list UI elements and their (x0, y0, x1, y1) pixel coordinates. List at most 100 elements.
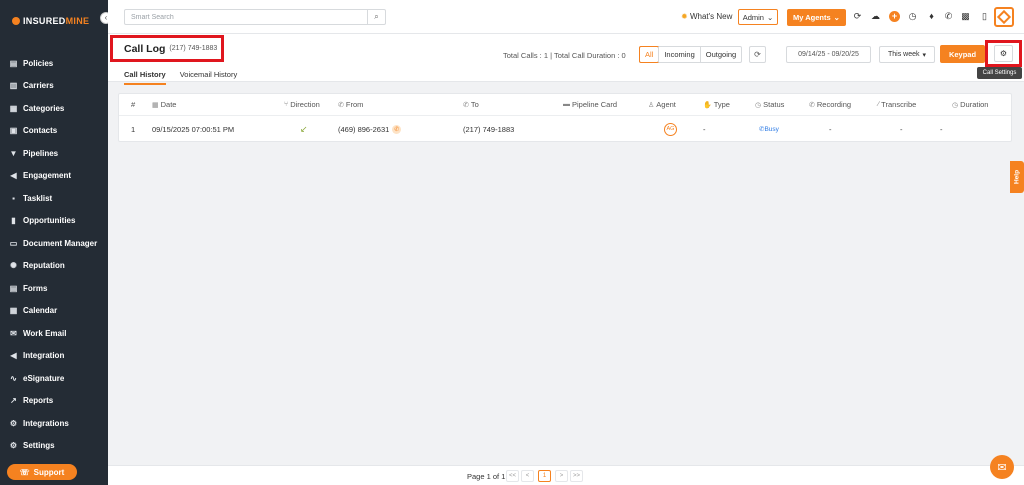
agent-avatar[interactable]: AG (664, 122, 677, 136)
call-settings-button[interactable]: ⚙ (985, 40, 1022, 67)
sidebar-item-pipelines[interactable]: ▼ Pipelines (0, 142, 108, 165)
plus-icon[interactable]: + (889, 11, 900, 22)
transcribe-icon: ∕ (878, 101, 880, 108)
sidebar-item-integration[interactable]: ◀ Integration (0, 345, 108, 368)
incoming-arrow-icon: ↙ (300, 123, 308, 134)
col-transcribe[interactable]: ∕ Transcribe (878, 94, 916, 115)
top-bar: ⌕ ✹ What's New Admin ⌄ My Agents ⌄ ⟳ ☁ +… (108, 0, 1024, 34)
sidebar-item-tasklist[interactable]: ▪ Tasklist (0, 187, 108, 210)
sidebar-item-work-email[interactable]: ✉ Work Email (0, 322, 108, 345)
call-back-icon[interactable]: ✆ (392, 124, 402, 134)
sidebar-item-contacts[interactable]: ▣ Contacts (0, 120, 108, 143)
bar-chart-icon: ▮ (11, 216, 16, 226)
tab-call-history[interactable]: Call History (124, 70, 166, 85)
call-stats: Total Calls : 1 | Total Call Duration : … (503, 51, 626, 60)
page-button-1[interactable]: 1 (538, 470, 551, 482)
table-header: # ▦ Date ⑂ Direction ✆ From ✆ To ▬ Pipeline C… (119, 94, 1011, 116)
sidebar-item-reports[interactable]: ↗ Reports (0, 390, 108, 413)
date-range-input[interactable]: 09/14/25 - 09/20/25 (786, 46, 871, 63)
clock-icon[interactable]: ◷ (907, 11, 918, 22)
whats-new-link[interactable]: ✹ What's New (681, 12, 732, 21)
sidebar-item-policies[interactable]: ▤ Policies (0, 52, 108, 75)
row-type: - (703, 124, 706, 134)
filter-all[interactable]: All (639, 46, 660, 63)
col-to[interactable]: ✆ To (463, 94, 479, 115)
col-type[interactable]: ✋ Type (703, 94, 730, 115)
sidebar-item-label: Policies (23, 58, 54, 68)
support-button[interactable]: ☏ Support (7, 464, 77, 480)
search-icon[interactable]: ⌕ (367, 10, 385, 24)
mail-icon: ✉ (10, 328, 17, 338)
filter-outgoing[interactable]: Outgoing (699, 47, 741, 62)
prev-page-button[interactable]: < (521, 470, 534, 482)
sidebar-item-carriers[interactable]: ▥ Carriers (0, 75, 108, 98)
search-input[interactable] (125, 10, 367, 24)
row-recording: - (829, 124, 832, 134)
first-page-button[interactable]: << (506, 470, 519, 482)
next-page-button[interactable]: > (555, 470, 568, 482)
tab-voicemail-history[interactable]: Voicemail History (180, 70, 238, 85)
direction-filter: All Incoming Outgoing (639, 46, 743, 63)
logo-mark-icon (12, 17, 20, 25)
phone-icon[interactable]: ✆ (943, 11, 954, 22)
col-status[interactable]: ◷ Status (755, 94, 784, 115)
sidebar-item-calendar[interactable]: ▦ Calendar (0, 300, 108, 323)
calendar-icon: ▦ (152, 101, 159, 109)
timer-icon: ◷ (952, 101, 959, 109)
row-index: 1 (131, 124, 136, 134)
sidebar-item-esignature[interactable]: ∿ eSignature (0, 367, 108, 390)
document-icon[interactable]: ▯ (979, 11, 990, 22)
keypad-button[interactable]: Keypad (940, 45, 985, 63)
sidebar-item-label: Categories (23, 103, 65, 113)
sidebar-item-forms[interactable]: ▤ Forms (0, 277, 108, 300)
gears-icon: ⚙ (9, 418, 18, 428)
sidebar-item-integrations[interactable]: ⚙ Integrations (0, 412, 108, 435)
filter-incoming[interactable]: Incoming (658, 47, 699, 62)
sidebar-item-opportunities[interactable]: ▮ Opportunities (0, 210, 108, 233)
col-direction[interactable]: ⑂ Direction (284, 94, 320, 115)
smart-search: ⌕ (124, 9, 386, 25)
sync-icon[interactable]: ⟳ (852, 11, 863, 22)
col-pipeline-card[interactable]: ▬ Pipeline Card (563, 94, 617, 115)
sidebar-item-label: Reputation (23, 261, 65, 271)
calendar-icon: ▦ (9, 306, 18, 316)
chat-icon[interactable]: ✉ (990, 455, 1014, 479)
col-agent[interactable]: ♙ Agent (648, 94, 676, 115)
sidebar: INSUREDMINE ‹ ▤ Policies ▥ Carriers ▦ Categor… (0, 0, 112, 485)
refresh-icon[interactable]: ⟳ (749, 46, 766, 63)
sidebar-item-label: Opportunities (23, 216, 76, 226)
sidebar-item-document-manager[interactable]: ▭ Document Manager (0, 232, 108, 255)
cloud-icon[interactable]: ☁ (870, 11, 881, 22)
phone-icon: ✆ (338, 101, 344, 109)
col-recording[interactable]: ✆ Recording (809, 94, 851, 115)
col-from[interactable]: ✆ From (338, 94, 363, 115)
call-log-table: # ▦ Date ⑂ Direction ✆ From ✆ To ▬ Pipeline C… (118, 93, 1012, 142)
notification-icon[interactable]: ♦ (926, 11, 937, 22)
user-avatar[interactable] (994, 7, 1014, 27)
sidebar-item-label: eSignature (23, 373, 65, 383)
my-agents-button[interactable]: My Agents ⌄ (787, 9, 846, 26)
col-duration[interactable]: ◷ Duration (952, 94, 988, 115)
sidebar-item-label: Integration (23, 351, 65, 361)
table-row[interactable]: 1 09/15/2025 07:00:51 PM ↙ (469) 896-263… (119, 116, 1011, 142)
category-icon: ▦ (9, 103, 18, 113)
page-title-box: Call Log (217) 749-1883 (110, 35, 224, 62)
chip-icon[interactable]: ▩ (960, 11, 971, 22)
sidebar-item-categories[interactable]: ▦ Categories (0, 97, 108, 120)
col-date[interactable]: ▦ Date (152, 94, 176, 115)
sidebar-item-label: Tasklist (23, 193, 53, 203)
carrier-icon: ▥ (9, 81, 18, 91)
row-transcribe: - (900, 124, 903, 134)
range-preset-select[interactable]: This week ▾ (879, 46, 935, 63)
row-duration: - (940, 124, 943, 134)
gear-icon: ⚙ (994, 45, 1013, 62)
sidebar-item-settings[interactable]: ⚙ Settings (0, 435, 108, 458)
admin-select[interactable]: Admin ⌄ (738, 9, 778, 25)
brand-logo[interactable]: INSUREDMINE (12, 16, 89, 26)
last-page-button[interactable]: >> (570, 470, 583, 482)
sidebar-item-engagement[interactable]: ◀ Engagement (0, 165, 108, 188)
pipeline-icon: ▼ (9, 148, 18, 158)
help-tab[interactable]: Help (1010, 161, 1024, 193)
card-icon: ▬ (563, 101, 570, 108)
sidebar-item-reputation[interactable]: ✺ Reputation (0, 255, 108, 278)
